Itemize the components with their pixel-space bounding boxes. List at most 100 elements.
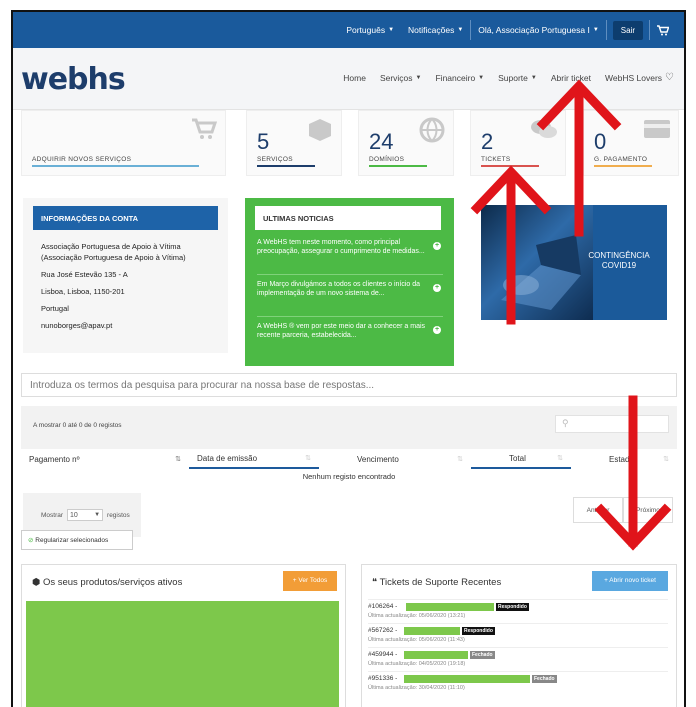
search-icon: ⚲ [562,418,569,428]
ticket-row[interactable]: #951336 - Fechado Última actualização: 3… [368,671,668,693]
ticket-updated: Última actualização: 05/06/2020 (11:43) [368,637,465,643]
stat-label: SERVIÇOS [257,156,293,163]
webhs-logo[interactable]: webhs [21,62,126,97]
previous-page-button[interactable]: Anterior [573,497,623,523]
account-address: Rua José Estevão 135 - A [41,270,128,279]
account-info-panel: INFORMAÇÕES DA CONTA Associação Portugue… [23,198,228,353]
stat-label: TICKETS [481,156,511,163]
logout-button[interactable]: Sair [612,20,643,40]
box-icon [305,117,335,145]
stat-buy-services[interactable]: ADQUIRIR NOVOS SERVIÇOS [21,110,226,176]
account-email: nunoborges@apav.pt [41,321,113,330]
status-badge: Respondido [496,603,529,611]
stat-underline [257,165,315,167]
divider [257,316,443,317]
column-header[interactable]: Pagamento nº ⇅ [21,449,189,469]
chevron-down-icon: ▼ [388,27,395,33]
heart-icon: ♡ [665,72,674,83]
language-label: Português [346,25,386,35]
column-header[interactable]: Vencimento ⇅ [319,449,471,469]
cart-icon[interactable] [650,12,676,48]
pagination: Anterior Próximo [573,497,673,523]
status-badge: Fechado [532,675,557,683]
account-menu[interactable]: Olá, Associação Portuguesa I ▼ [471,12,605,48]
sort-icon: ⇅ [305,455,311,462]
nav-open-ticket[interactable]: Abrir ticket [551,72,591,83]
column-header[interactable]: Estado ⇅ [571,449,677,469]
table-search-input[interactable]: ⚲ [555,415,669,433]
ticket-id: #106264 - [368,603,398,610]
open-new-ticket-button[interactable]: + Abrir novo ticket [592,571,668,591]
news-item[interactable]: Em Março divulgámos a todos os clientes … [257,280,443,298]
ticket-row[interactable]: #459944 - Fechado Última actualização: 0… [368,647,668,669]
redacted-subject [404,651,468,659]
empty-table-message: Nenhum registo encontrado [21,469,677,487]
nav-support[interactable]: Suporte ▼ [498,72,537,83]
cart-icon [189,117,219,145]
view-all-button[interactable]: + Ver Todos [283,571,337,591]
regularize-selected-button[interactable]: ⊘ Regularizar selecionados [21,530,133,550]
ticket-row[interactable]: #106264 - Respondido Última actualização… [368,599,668,621]
ticket-updated: Última actualização: 30/04/2020 (11:10) [368,685,465,691]
stat-domains[interactable]: 24 DOMÍNIOS [358,110,454,176]
column-header[interactable]: Data de emissão ⇅ [189,449,319,469]
account-country: Portugal [41,304,69,313]
account-name-full: (Associação Portuguesa de Apoio à Vítima… [41,253,186,262]
cube-icon: ⬢ [32,577,41,588]
divider [605,20,607,40]
page-length-select[interactable]: 10 ▼ [67,509,104,521]
nav-home[interactable]: Home [343,72,366,83]
next-page-button[interactable]: Próximo [623,497,673,523]
stat-number: 5 [257,129,270,154]
status-badge: Fechado [470,651,495,659]
chevron-down-icon: ▼ [457,27,464,33]
chat-icon [529,117,559,145]
table-header: Pagamento nº ⇅ Data de emissão ⇅ Venciment… [21,449,677,469]
nav-financial[interactable]: Financeiro ▼ [435,72,484,83]
redacted-products-list [26,601,339,707]
notifications-menu[interactable]: Notificações ▼ [401,12,470,48]
stat-tickets[interactable]: 2 TICKETS [470,110,566,176]
sort-icon: ⇅ [175,456,181,463]
redacted-subject [404,627,460,635]
active-products-panel: ⬢ Os seus produtos/serviços ativos + Ver… [21,564,346,707]
tickets-title: ❝ Tickets de Suporte Recentes [372,577,502,588]
stat-underline [594,165,652,167]
stat-label: ADQUIRIR NOVOS SERVIÇOS [32,156,132,163]
check-circle-icon: ⊘ [28,537,34,544]
covid-banner[interactable]: CONTINGÊNCIA COVID19 [481,205,667,320]
account-name: Associação Portuguesa de Apoio à Vítima [41,242,181,251]
records-info: A mostrar 0 até 0 de 0 registos [33,422,122,429]
recent-tickets-panel: ❝ Tickets de Suporte Recentes + Abrir no… [361,564,677,707]
stat-number: 2 [481,129,494,154]
sort-icon: ⇅ [457,456,463,463]
knowledgebase-search-input[interactable]: Introduza os termos da pesquisa para pro… [21,373,677,397]
stat-number: 0 [594,129,607,154]
chevron-down-icon: ▼ [415,74,422,81]
news-title: ULTIMAS NOTICIAS [255,206,441,230]
news-item[interactable]: A WebHS ® vem por este meio dar a conhec… [257,322,443,340]
main-nav: Home Serviços ▼ Financeiro ▼ Suporte ▼ Abri… [343,72,674,83]
news-item[interactable]: A WebHS tem neste momento, como principa… [257,238,443,256]
ticket-id: #951336 - [368,675,398,682]
top-bar: Português ▼ Notificações ▼ Olá, Associação… [13,12,684,48]
stat-payment-methods[interactable]: 0 G. PAGAMENTO [583,110,679,176]
nav-services[interactable]: Serviços ▼ [380,72,422,83]
language-menu[interactable]: Português ▼ [339,12,401,48]
ticket-updated: Última actualização: 05/06/2020 (13:21) [368,613,466,619]
chevron-down-icon: ▼ [94,512,101,518]
ticket-id: #567262 - [368,627,398,634]
stat-label: G. PAGAMENTO [594,156,648,163]
plus-icon: + [433,242,441,250]
stat-services[interactable]: 5 SERVIÇOS [246,110,342,176]
chevron-down-icon: ▼ [530,74,537,81]
nav-webhs-lovers[interactable]: WebHS Lovers ♡ [605,72,674,83]
products-title: ⬢ Os seus produtos/serviços ativos [32,577,183,588]
column-header[interactable]: Total ⇅ [471,449,571,469]
account-city: Lisboa, Lisboa, 1150-201 [41,287,125,296]
plus-icon: + [433,284,441,292]
ticket-row[interactable]: #567262 - Respondido Última actualização… [368,623,668,645]
sort-icon: ⇅ [663,456,669,463]
ticket-updated: Última actualização: 04/05/2020 (19:18) [368,661,466,667]
stat-underline [369,165,427,167]
